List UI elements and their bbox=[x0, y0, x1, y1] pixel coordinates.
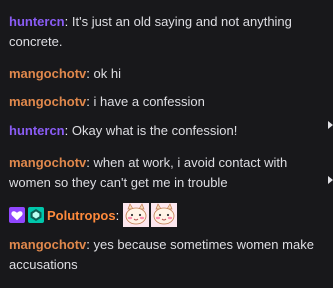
chat-separator: : bbox=[115, 208, 120, 223]
chat-log: huntercn: It's just an old saying and no… bbox=[0, 0, 333, 288]
chat-message: mangochotv: i have a confession bbox=[9, 92, 325, 112]
chat-message: mangochotv: yes because sometimes women … bbox=[9, 235, 325, 275]
chat-message-text: ok hi bbox=[93, 66, 122, 81]
chat-username[interactable]: Polutropos bbox=[47, 208, 116, 223]
chat-message-text: Okay what is the confession! bbox=[71, 123, 238, 138]
gem-badge-icon[interactable] bbox=[28, 207, 44, 223]
chat-message: mangochotv: when at work, i avoid contac… bbox=[9, 153, 325, 193]
chat-username[interactable]: mangochotv bbox=[9, 94, 86, 109]
chat-separator: : bbox=[86, 94, 90, 109]
chat-username[interactable]: huntercn bbox=[9, 14, 65, 29]
chat-username[interactable]: huntercn bbox=[9, 123, 65, 138]
chat-separator: : bbox=[64, 14, 69, 29]
blushing-cat-emote-icon[interactable] bbox=[122, 203, 149, 227]
chat-message: huntercn: It's just an old saying and no… bbox=[9, 12, 325, 52]
blushing-cat-emote-icon[interactable] bbox=[150, 203, 177, 227]
chat-message: huntercn: Okay what is the confession! bbox=[9, 121, 325, 141]
chat-separator: : bbox=[86, 66, 90, 81]
message-marker-icon bbox=[328, 121, 333, 129]
chat-username[interactable]: mangochotv bbox=[9, 237, 86, 252]
message-marker-icon bbox=[328, 176, 333, 184]
chat-separator: : bbox=[86, 237, 90, 252]
heart-badge-icon[interactable] bbox=[9, 207, 25, 223]
chat-message: mangochotv: ok hi bbox=[9, 64, 325, 84]
chat-separator: : bbox=[86, 155, 90, 170]
chat-username[interactable]: mangochotv bbox=[9, 155, 86, 170]
chat-separator: : bbox=[64, 123, 69, 138]
chat-username[interactable]: mangochotv bbox=[9, 66, 86, 81]
chat-message: Polutropos: bbox=[9, 203, 325, 227]
chat-message-text: i have a confession bbox=[93, 94, 205, 109]
